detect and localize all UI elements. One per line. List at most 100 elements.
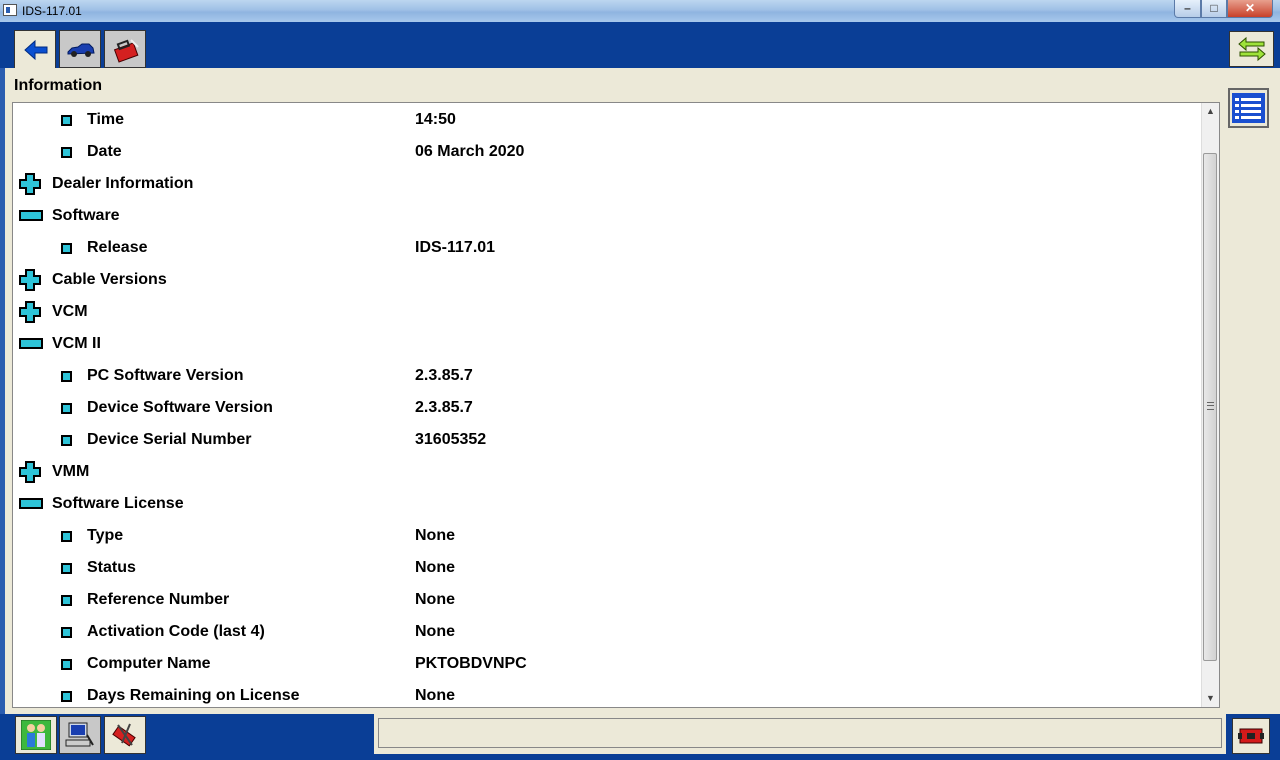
tree-label: Time [87, 111, 125, 128]
tree-value: 2.3.85.7 [415, 367, 473, 384]
tree-group[interactable]: VCM [13, 296, 1193, 328]
toolbox-icon [113, 39, 139, 63]
list-icon [1232, 93, 1265, 123]
tree-label: Type [87, 527, 124, 544]
tree-label: VCM [52, 303, 88, 320]
tree-label: Reference Number [87, 591, 230, 608]
scrollbar-thumb[interactable] [1203, 153, 1217, 661]
expand-plus-icon[interactable] [19, 173, 41, 195]
tree-label: VMM [52, 463, 90, 480]
tree-label: Date [87, 143, 122, 160]
computer-icon [65, 722, 94, 747]
tree-value: PKTOBDVNPC [415, 655, 527, 672]
status-field [374, 714, 1226, 754]
tree-value: None [415, 527, 455, 544]
right-side-panel [1222, 68, 1280, 714]
tree-value: 31605352 [415, 431, 487, 448]
tree-label: Status [87, 559, 136, 576]
collapse-minus-icon[interactable] [19, 210, 43, 221]
tree-group[interactable]: Dealer Information [13, 168, 1193, 200]
tree-label: Computer Name [87, 655, 211, 672]
vertical-scrollbar[interactable]: ▲ ▼ [1201, 103, 1219, 707]
bullet-icon [61, 115, 72, 126]
bullet-icon [61, 147, 72, 158]
bullet-icon [61, 403, 72, 414]
bullet-icon [61, 243, 72, 254]
tree-item: Days Remaining on License None [13, 680, 1193, 707]
panel-title: Information [14, 77, 102, 94]
tree-group[interactable]: VCM II [13, 328, 1193, 360]
title-bar: IDS-117.01 [0, 0, 1280, 22]
tools-button[interactable] [104, 716, 146, 754]
expand-plus-icon[interactable] [19, 301, 41, 323]
scroll-up-arrow-icon[interactable]: ▲ [1202, 103, 1219, 120]
minimize-button[interactable]: – [1174, 0, 1201, 18]
toolbox-tab[interactable] [104, 30, 146, 68]
expand-plus-icon[interactable] [19, 461, 41, 483]
tree-group[interactable]: VMM [13, 456, 1193, 488]
tree-label: Days Remaining on License [87, 687, 300, 704]
tree-label: Dealer Information [52, 175, 194, 192]
tree-label: Software [52, 207, 120, 224]
tree-group[interactable]: Software [13, 200, 1193, 232]
expand-plus-icon[interactable] [19, 269, 41, 291]
tree-value: 14:50 [415, 111, 456, 128]
tree-value: None [415, 559, 455, 576]
maximize-button[interactable]: □ [1201, 0, 1227, 18]
tree-item: Computer Name PKTOBDVNPC [13, 648, 1193, 680]
bullet-icon [61, 627, 72, 638]
tree-item: Type None [13, 520, 1193, 552]
tree-value: None [415, 591, 455, 608]
close-button[interactable]: ✕ [1227, 0, 1273, 18]
car-icon [67, 43, 95, 57]
stop-button[interactable] [1232, 718, 1270, 754]
tree-group[interactable]: Cable Versions [13, 264, 1193, 296]
tree-item: Reference Number None [13, 584, 1193, 616]
people-icon [21, 720, 51, 750]
tree-item: Device Software Version 2.3.85.7 [13, 392, 1193, 424]
back-tab[interactable] [14, 30, 56, 70]
tree-item: Release IDS-117.01 [13, 232, 1193, 264]
top-toolbar [0, 22, 1280, 68]
tree-label: Device Serial Number [87, 431, 252, 448]
app-icon [3, 4, 17, 16]
tree-item: Date 06 March 2020 [13, 136, 1193, 168]
tree-item: PC Software Version 2.3.85.7 [13, 360, 1193, 392]
bullet-icon [61, 371, 72, 382]
information-tree: Time 14:50 Date 06 March 2020 Dealer Informa… [12, 102, 1220, 708]
collapse-minus-icon[interactable] [19, 338, 43, 349]
tree-value: None [415, 623, 455, 640]
vehicle-tab[interactable] [59, 30, 101, 68]
tree-value: 06 March 2020 [415, 143, 525, 160]
tree-label: VCM II [52, 335, 101, 352]
tree-value: 2.3.85.7 [415, 399, 473, 416]
tree-item: Activation Code (last 4) None [13, 616, 1193, 648]
swap-arrows-icon [1238, 36, 1266, 62]
tree-item: Device Serial Number 31605352 [13, 424, 1193, 456]
people-button[interactable] [15, 716, 57, 754]
computer-button[interactable] [59, 716, 101, 754]
bullet-icon [61, 531, 72, 542]
tree-value: None [415, 687, 455, 704]
tools-icon [112, 723, 136, 747]
tree-label: Activation Code (last 4) [87, 623, 265, 640]
bullet-icon [61, 595, 72, 606]
bullet-icon [61, 435, 72, 446]
tree-label: PC Software Version [87, 367, 244, 384]
grip-icon [1207, 402, 1214, 410]
tree-label: Software License [52, 495, 184, 512]
tree-label: Cable Versions [52, 271, 167, 288]
window-title: IDS-117.01 [22, 4, 82, 18]
list-view-button[interactable] [1228, 88, 1269, 128]
bullet-icon [61, 659, 72, 670]
tree-group[interactable]: Software License [13, 488, 1193, 520]
bullet-icon [61, 563, 72, 574]
stop-icon [1238, 728, 1264, 744]
scroll-down-arrow-icon[interactable]: ▼ [1202, 690, 1219, 707]
tree-label: Release [87, 239, 148, 256]
bullet-icon [61, 691, 72, 702]
collapse-minus-icon[interactable] [19, 498, 43, 509]
tree-value: IDS-117.01 [415, 239, 496, 256]
swap-button[interactable] [1229, 31, 1274, 67]
tree-item: Status None [13, 552, 1193, 584]
